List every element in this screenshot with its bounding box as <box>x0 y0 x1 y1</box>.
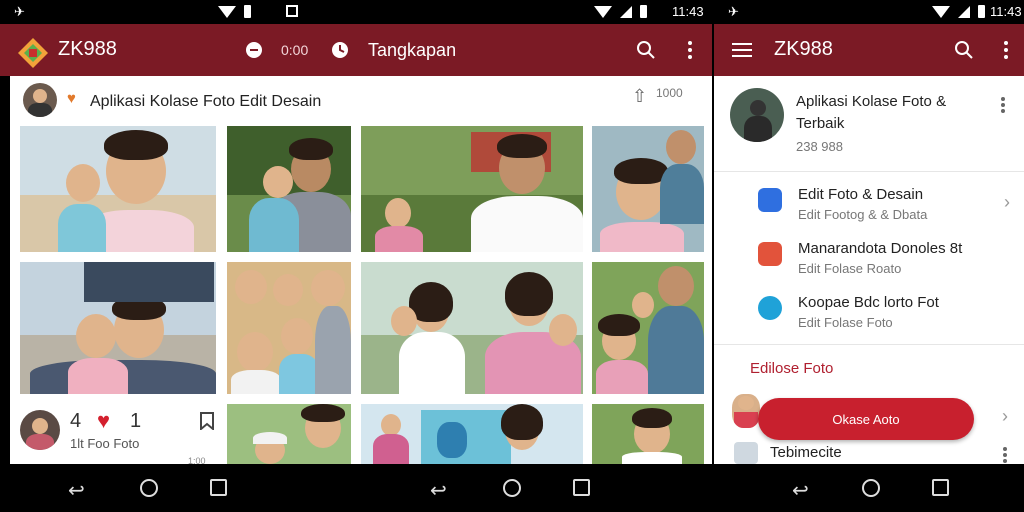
photo-tile[interactable] <box>20 126 216 252</box>
wifi-icon <box>932 5 950 18</box>
photo-tile[interactable] <box>227 404 351 464</box>
notification-icon: ✈ <box>14 4 25 19</box>
app-logo-icon[interactable] <box>16 36 50 70</box>
photo-tile[interactable] <box>361 126 583 252</box>
status-bar-right: ✈ 11:43 <box>714 0 1024 24</box>
menu-icon[interactable] <box>730 38 754 62</box>
photo-tile[interactable] <box>361 262 583 394</box>
recents-icon[interactable] <box>932 479 949 496</box>
chevron-right-icon: › <box>1004 192 1010 212</box>
back-icon[interactable]: ↩ <box>792 478 809 503</box>
timer-icon[interactable] <box>328 38 352 62</box>
photo-tile[interactable] <box>227 262 351 394</box>
profile-title-line1: Aplikasi Kolase Foto & <box>796 93 947 110</box>
search-icon[interactable] <box>952 38 976 62</box>
share-icon[interactable]: ⇧ <box>632 86 647 107</box>
menu-item-subtitle: Edit Footog & & Dbata <box>798 207 928 222</box>
status-bar-mid: 11:43 <box>350 0 714 24</box>
avatar[interactable] <box>23 83 57 117</box>
profile-header: Aplikasi Kolase Foto & Terbaik 238 988 <box>714 76 1024 172</box>
side-panel: Aplikasi Kolase Foto & Terbaik 238 988 E… <box>714 76 1024 464</box>
notification-icon: ✈ <box>728 4 739 19</box>
more-vert-icon[interactable] <box>678 38 702 62</box>
status-time: 11:43 <box>990 4 1022 19</box>
feed-panel: ♥ Aplikasi Kolase Foto Edit Desain ⇧ 100… <box>10 76 712 464</box>
heart-icon[interactable]: ♥ <box>97 408 110 434</box>
check-circle-icon <box>758 296 782 320</box>
photo-tile[interactable] <box>592 126 704 252</box>
search-icon[interactable] <box>634 38 658 62</box>
comment-count: 1 <box>130 410 142 432</box>
more-vert-icon[interactable] <box>1000 96 1006 119</box>
wifi-icon <box>594 5 612 18</box>
back-icon[interactable]: ↩ <box>430 478 447 503</box>
photo-tile[interactable] <box>227 126 351 252</box>
like-count: 4 <box>70 410 82 432</box>
home-icon[interactable] <box>503 479 521 497</box>
list-item-thumb[interactable] <box>734 442 758 464</box>
screenshot-icon <box>286 5 298 17</box>
post-caption: 1lt Foo Foto <box>70 436 140 451</box>
post-footer: 4 ♥ 1 1lt Foo Foto 1:00 <box>10 406 226 464</box>
app-title: ZK988 <box>774 38 833 60</box>
status-time: 11:43 <box>672 4 704 19</box>
chevron-right-icon[interactable]: › <box>1002 406 1008 427</box>
signal-icon <box>958 5 970 18</box>
menu-item-edit-foto[interactable]: Edit Foto & Desain Edit Footog & & Dbata… <box>714 176 1024 232</box>
photo-tile[interactable] <box>361 404 583 464</box>
profile-followers: 238 988 <box>796 139 843 154</box>
app-bar-main: ZK988 0:00 Tangkapan <box>0 24 712 76</box>
collage-icon <box>758 242 782 266</box>
signal-icon <box>620 5 632 18</box>
menu-item-title: Manarandota Donoles 8t <box>798 240 963 257</box>
bookmark-icon[interactable] <box>200 412 214 435</box>
home-icon[interactable] <box>140 479 158 497</box>
wifi-icon <box>218 5 236 18</box>
avatar[interactable] <box>730 88 784 142</box>
status-bar-left: ✈ <box>0 0 350 24</box>
battery-icon <box>978 5 985 18</box>
recents-icon[interactable] <box>573 479 590 496</box>
menu-item-title: Koopae Bdc lorto Fot <box>798 294 939 311</box>
bottom-list-label: Tebimecite <box>770 444 842 461</box>
menu-item-subtitle: Edit Folase Foto <box>798 315 893 330</box>
post-header: ♥ Aplikasi Kolase Foto Edit Desain ⇧ 100… <box>10 76 712 124</box>
primary-action-button[interactable]: Okase Aoto <box>758 398 974 440</box>
more-vert-icon[interactable] <box>994 38 1018 62</box>
menu-item-subtitle: Edit Folase Roato <box>798 261 902 276</box>
app-title: ZK988 <box>58 38 117 60</box>
menu-item-collage[interactable]: Manarandota Donoles 8t Edit Folase Roato <box>714 230 1024 286</box>
menu-item-koopae[interactable]: Koopae Bdc lorto Fot Edit Folase Foto <box>714 284 1024 340</box>
post-timestamp: 1:00 <box>188 456 206 464</box>
back-icon[interactable]: ↩ <box>68 478 85 503</box>
battery-icon <box>640 5 647 18</box>
chat-icon[interactable] <box>242 38 266 62</box>
divider <box>714 344 1024 345</box>
app-bar-side: ZK988 <box>714 24 1024 76</box>
edit-icon <box>758 188 782 212</box>
battery-icon <box>244 5 251 18</box>
heart-badge-icon: ♥ <box>67 90 76 107</box>
recents-icon[interactable] <box>210 479 227 496</box>
post-title: Aplikasi Kolase Foto Edit Desain <box>90 93 322 110</box>
photo-tile[interactable] <box>592 262 704 394</box>
home-icon[interactable] <box>862 479 880 497</box>
counter-label: 0:00 <box>281 42 309 58</box>
profile-title-line2: Terbaik <box>796 115 845 132</box>
section-title: Edilose Foto <box>750 360 834 377</box>
photo-tile[interactable] <box>20 262 216 394</box>
system-nav-bar: ↩ ↩ ↩ <box>0 464 1024 512</box>
photo-grid <box>10 126 712 416</box>
post-count: 1000 <box>656 86 683 100</box>
more-vert-icon[interactable] <box>1002 446 1008 464</box>
menu-item-title: Edit Foto & Desain <box>798 186 924 203</box>
photo-tile[interactable] <box>592 404 704 464</box>
tab-tangkapan[interactable]: Tangkapan <box>368 40 456 61</box>
avatar[interactable] <box>20 410 60 450</box>
list-item-thumb[interactable] <box>732 394 760 428</box>
